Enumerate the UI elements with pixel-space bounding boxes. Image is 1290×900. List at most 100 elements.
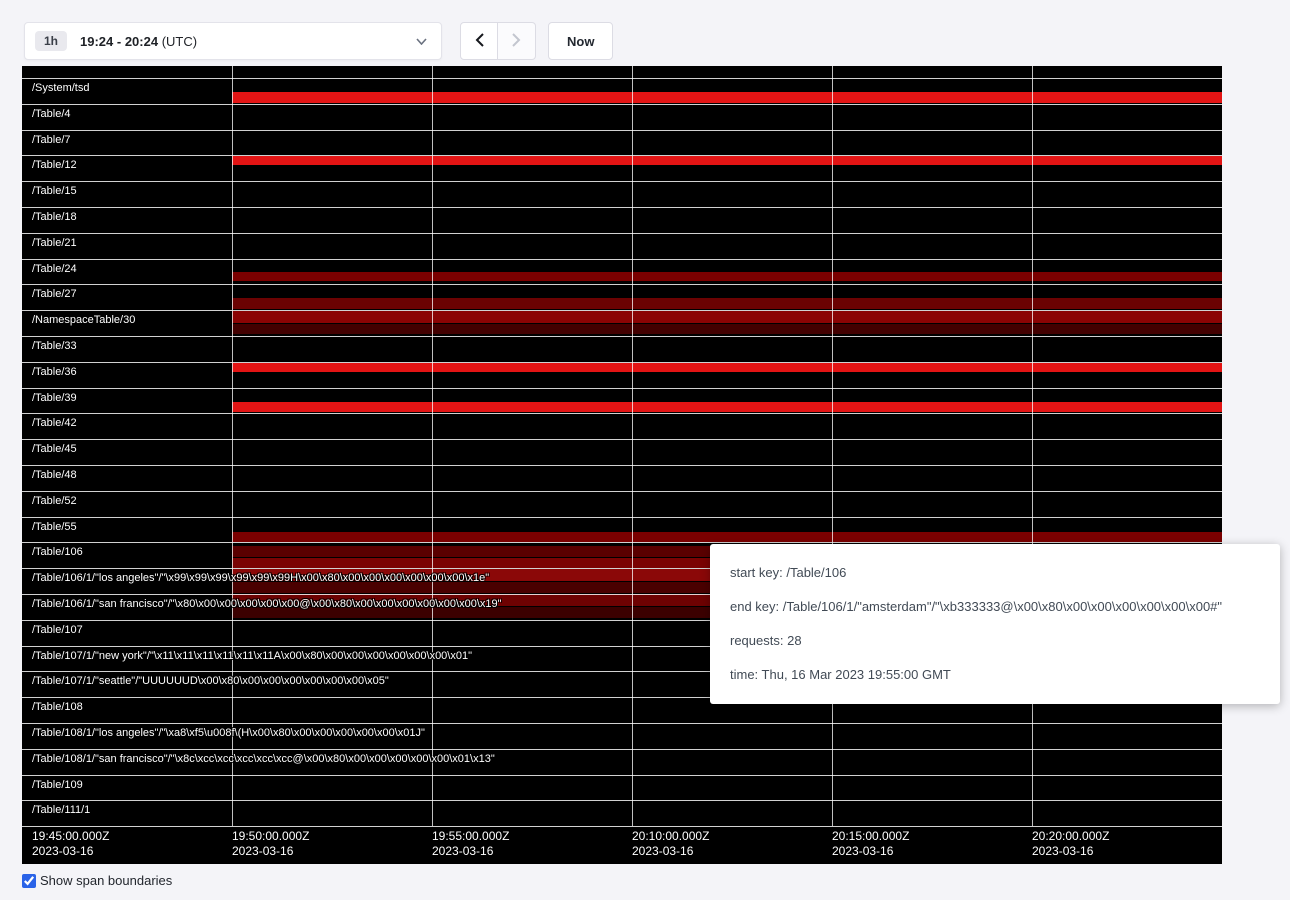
span-boundary-line — [22, 207, 1222, 208]
x-axis-tick: 20:20:00.000Z2023-03-16 — [1032, 829, 1109, 859]
span-boundary-line — [22, 749, 1222, 750]
row-label: /Table/108/1/"los angeles"/"\xa8\xf5\u00… — [32, 726, 425, 740]
span-boundary-line — [22, 130, 1222, 131]
row-label: /Table/18 — [32, 210, 77, 224]
row-label: /Table/27 — [32, 287, 77, 301]
time-range-label: 19:24 - 20:24 (UTC) — [80, 34, 197, 49]
timezone-label: (UTC) — [162, 34, 197, 49]
row-label: /Table/55 — [32, 520, 77, 534]
x-tick-time: 20:15:00.000Z — [832, 829, 909, 844]
chevron-left-icon — [475, 33, 484, 50]
row-label: /Table/39 — [32, 391, 77, 405]
chevron-right-icon — [512, 33, 521, 50]
x-tick-date: 2023-03-16 — [432, 844, 509, 859]
row-label: /Table/106/1/"los angeles"/"\x99\x99\x99… — [32, 571, 489, 585]
row-label: /Table/24 — [32, 262, 77, 276]
x-tick-date: 2023-03-16 — [832, 844, 909, 859]
span-boundary-line — [22, 78, 1222, 79]
heat-band — [232, 324, 1222, 334]
span-boundary-line — [22, 181, 1222, 182]
heat-band — [232, 156, 1222, 165]
span-boundary-line — [22, 775, 1222, 776]
row-label: /Table/42 — [32, 416, 77, 430]
row-label: /Table/52 — [32, 494, 77, 508]
span-boundary-line — [22, 310, 1222, 311]
x-axis-tick: 19:45:00.000Z2023-03-16 — [32, 829, 109, 859]
span-boundary-line — [22, 362, 1222, 363]
row-label: /Table/108 — [32, 700, 83, 714]
span-boundary-line — [22, 155, 1222, 156]
span-boundary-line — [22, 413, 1222, 414]
show-span-boundaries-checkbox[interactable] — [22, 874, 36, 888]
time-gridline — [832, 66, 833, 826]
span-boundary-line — [22, 465, 1222, 466]
heat-band — [232, 92, 1222, 103]
row-label: /Table/106/1/"san francisco"/"\x80\x00\x… — [32, 597, 502, 611]
span-tooltip: start key: /Table/106end key: /Table/106… — [710, 544, 1280, 704]
tooltip-line: end key: /Table/106/1/"amsterdam"/"\xb33… — [730, 590, 1260, 624]
show-span-boundaries-row: Show span boundaries — [22, 873, 1290, 888]
heat-band — [232, 298, 1222, 309]
row-label: /Table/107 — [32, 623, 83, 637]
time-nav-button-group — [460, 22, 536, 60]
row-label: /System/tsd — [32, 81, 89, 95]
x-tick-time: 19:55:00.000Z — [432, 829, 509, 844]
next-time-button[interactable] — [498, 22, 536, 60]
key-visualizer-canvas[interactable]: start key: /Table/106end key: /Table/106… — [22, 66, 1222, 864]
x-axis-tick: 19:50:00.000Z2023-03-16 — [232, 829, 309, 859]
row-label: /Table/108/1/"san francisco"/"\x8c\xcc\x… — [32, 752, 495, 766]
chevron-down-icon — [416, 32, 427, 50]
span-boundary-line — [22, 800, 1222, 801]
row-label: /Table/111/1 — [32, 803, 90, 817]
time-range-value: 19:24 - 20:24 — [80, 34, 158, 49]
tooltip-line: requests: 28 — [730, 624, 1260, 658]
row-label: /Table/109 — [32, 778, 83, 792]
heat-band — [232, 363, 1222, 372]
span-boundary-line — [22, 517, 1222, 518]
span-boundary-line — [22, 284, 1222, 285]
x-tick-time: 20:10:00.000Z — [632, 829, 709, 844]
x-axis-tick: 20:10:00.000Z2023-03-16 — [632, 829, 709, 859]
x-tick-date: 2023-03-16 — [32, 844, 109, 859]
x-tick-date: 2023-03-16 — [1032, 844, 1109, 859]
span-boundary-line — [22, 826, 1222, 827]
row-label: /Table/4 — [32, 107, 71, 121]
row-label: /Table/12 — [32, 158, 77, 172]
x-tick-time: 20:20:00.000Z — [1032, 829, 1109, 844]
span-boundary-line — [22, 104, 1222, 105]
span-boundary-line — [22, 723, 1222, 724]
time-range-picker[interactable]: 1h 19:24 - 20:24 (UTC) — [24, 22, 442, 60]
x-axis-tick: 20:15:00.000Z2023-03-16 — [832, 829, 909, 859]
span-boundary-line — [22, 388, 1222, 389]
span-boundary-line — [22, 491, 1222, 492]
time-gridline — [232, 66, 233, 826]
span-boundary-line — [22, 259, 1222, 260]
row-label: /Table/107/1/"new york"/"\x11\x11\x11\x1… — [32, 649, 472, 663]
duration-badge: 1h — [35, 31, 67, 51]
row-label: /Table/21 — [32, 236, 77, 250]
heat-band — [232, 272, 1222, 281]
x-tick-date: 2023-03-16 — [632, 844, 709, 859]
row-label: /Table/33 — [32, 339, 77, 353]
toolbar: 1h 19:24 - 20:24 (UTC) Now — [0, 0, 1290, 62]
now-button[interactable]: Now — [548, 22, 613, 60]
row-label: /Table/107/1/"seattle"/"UUUUUUD\x00\x80\… — [32, 674, 389, 688]
row-label: /Table/36 — [32, 365, 77, 379]
x-tick-time: 19:45:00.000Z — [32, 829, 109, 844]
prev-time-button[interactable] — [460, 22, 498, 60]
heat-band — [232, 311, 1222, 323]
heat-band — [232, 402, 1222, 412]
span-boundary-line — [22, 336, 1222, 337]
x-axis-tick: 19:55:00.000Z2023-03-16 — [432, 829, 509, 859]
row-label: /Table/45 — [32, 442, 77, 456]
row-label: /Table/15 — [32, 184, 77, 198]
row-label: /NamespaceTable/30 — [32, 313, 135, 327]
span-boundary-line — [22, 233, 1222, 234]
row-label: /Table/48 — [32, 468, 77, 482]
tooltip-line: time: Thu, 16 Mar 2023 19:55:00 GMT — [730, 658, 1260, 692]
row-label: /Table/7 — [32, 133, 71, 147]
span-boundary-line — [22, 439, 1222, 440]
tooltip-line: start key: /Table/106 — [730, 556, 1260, 590]
time-gridline — [432, 66, 433, 826]
x-tick-date: 2023-03-16 — [232, 844, 309, 859]
